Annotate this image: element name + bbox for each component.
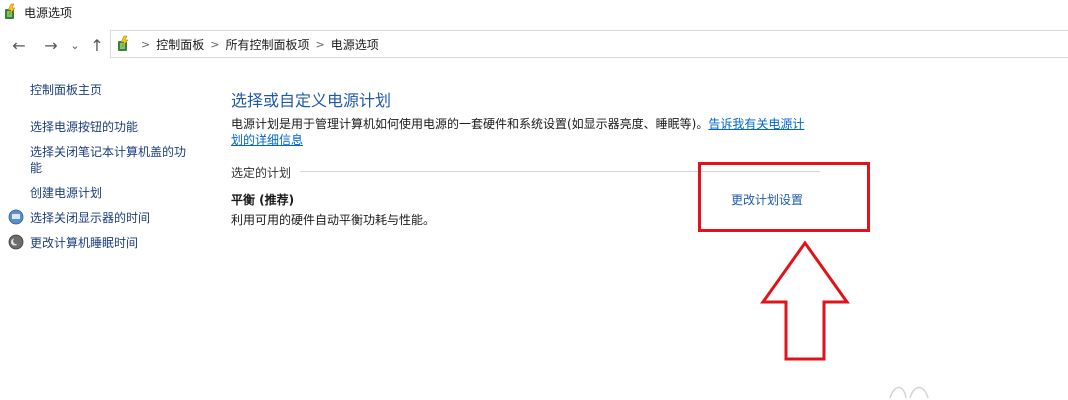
highlight-box: [698, 162, 870, 232]
description-text: 电源计划是用于管理计算机如何使用电源的一套硬件和系统设置(如显示器亮度、睡眠等)…: [231, 117, 709, 131]
sidebar-item-sleep-time[interactable]: 更改计算机睡眠时间: [30, 235, 138, 251]
moon-shield-icon: [8, 234, 24, 250]
control-panel-icon: [118, 35, 129, 51]
page-title: 选择或自定义电源计划: [231, 91, 392, 110]
page-description: 电源计划是用于管理计算机如何使用电源的一套硬件和系统设置(如显示器亮度、睡眠等)…: [231, 116, 831, 148]
watermark-mark: [889, 386, 929, 399]
recent-locations-button[interactable]: ⌄: [64, 34, 86, 56]
sidebar-item-control-panel-home[interactable]: 控制面板主页: [30, 82, 102, 98]
back-button[interactable]: ←: [8, 34, 30, 56]
learn-more-link[interactable]: 告诉我有关电源计: [708, 117, 804, 131]
title-bar: 电源选项: [0, 0, 1068, 26]
breadcrumb-power-options[interactable]: 电源选项: [331, 36, 379, 53]
breadcrumb-separator: >: [210, 37, 220, 51]
power-options-icon: [5, 3, 16, 19]
sidebar-item-lid-close-function-line2[interactable]: 能: [30, 160, 42, 176]
sidebar-item-lid-close-function[interactable]: 选择关闭笔记本计算机盖的功: [30, 144, 186, 160]
plan-name[interactable]: 平衡 (推荐): [231, 191, 294, 208]
up-button[interactable]: ↑: [86, 34, 108, 56]
monitor-shield-icon: [8, 209, 24, 225]
address-bar[interactable]: > 控制面板 > 所有控制面板项 > 电源选项: [110, 30, 1068, 58]
sidebar-item-display-off-time[interactable]: 选择关闭显示器的时间: [30, 210, 150, 226]
breadcrumb-separator: >: [141, 37, 151, 51]
plan-description: 利用可用的硬件自动平衡功耗与性能。: [231, 213, 436, 227]
sidebar-item-create-power-plan[interactable]: 创建电源计划: [30, 185, 102, 201]
forward-button[interactable]: →: [40, 34, 62, 56]
breadcrumb-separator: >: [315, 37, 325, 51]
up-arrow-annotation: [760, 240, 850, 361]
selected-plan-heading: 选定的计划: [231, 166, 292, 180]
window-title: 电源选项: [24, 6, 73, 20]
learn-more-link-line2[interactable]: 划的详细信息: [231, 133, 303, 147]
breadcrumb-all-items[interactable]: 所有控制面板项: [225, 36, 309, 53]
breadcrumb-control-panel[interactable]: 控制面板: [156, 36, 204, 53]
sidebar-item-power-button-function[interactable]: 选择电源按钮的功能: [30, 119, 138, 135]
navigation-bar: ← → ⌄ ↑ > 控制面板 > 所有控制面板项 > 电源选项: [0, 28, 1068, 62]
